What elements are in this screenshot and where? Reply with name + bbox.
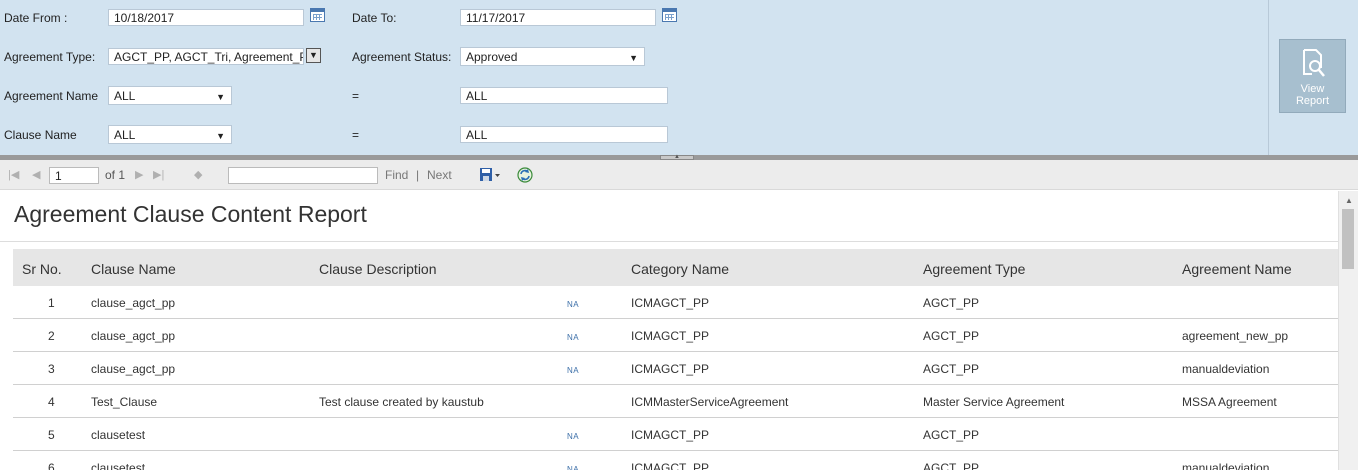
view-report-line1: View <box>1300 83 1325 95</box>
dropdown-arrow-icon: ▼ <box>216 92 225 102</box>
agreement-name-select[interactable]: ALL ▼ <box>108 86 232 105</box>
cell-agreement-type: AGCT_PP <box>923 296 980 310</box>
cell-agreement-name: manualdeviation <box>1182 461 1270 470</box>
cell-agreement-name: agreement_new_pp <box>1182 329 1289 343</box>
clause-name-text-input[interactable]: ALL <box>460 126 668 143</box>
cell-na-marker: NA <box>567 432 580 441</box>
agreement-type-input[interactable]: AGCT_PP, AGCT_Tri, Agreement_Pro <box>108 48 304 65</box>
last-page-icon[interactable]: ▶| <box>153 168 164 181</box>
next-page-icon[interactable]: ▶ <box>135 168 143 181</box>
divider <box>0 241 1338 242</box>
cell-category-name: ICMAGCT_PP <box>631 428 710 442</box>
previous-page-icon[interactable]: ◀ <box>32 168 40 181</box>
table-row: 5 clausetest NA ICMAGCT_PP AGCT_PP <box>13 418 1338 451</box>
report-body: Agreement Clause Content Report Sr No. C… <box>0 191 1338 470</box>
vertical-scrollbar[interactable]: ▲ <box>1338 191 1358 470</box>
cell-sr-no: 5 <box>48 428 55 442</box>
cell-category-name: ICMAGCT_PP <box>631 296 710 310</box>
cell-agreement-name: MSSA Agreement <box>1182 395 1277 409</box>
column-header-clause-description: Clause Description <box>319 261 437 277</box>
agreement-name-value: ALL <box>114 89 136 103</box>
page-count-label: of 1 <box>105 168 126 182</box>
table-row: 3 clause_agct_pp NA ICMAGCT_PP AGCT_PP m… <box>13 352 1338 385</box>
report-title: Agreement Clause Content Report <box>14 201 367 227</box>
calendar-icon[interactable] <box>310 8 325 22</box>
cell-sr-no: 6 <box>48 461 55 470</box>
cell-na-marker: NA <box>567 300 580 309</box>
cell-clause-name: clausetest <box>91 428 146 442</box>
agreement-type-label: Agreement Type: <box>4 50 96 64</box>
find-separator: | <box>416 168 420 182</box>
table-row: 6 clausetest NA ICMAGCT_PP AGCT_PP manua… <box>13 451 1338 470</box>
agreement-status-value: Approved <box>466 50 518 64</box>
page-number-input[interactable]: 1 <box>49 167 99 184</box>
scroll-up-icon[interactable]: ▲ <box>1345 196 1353 205</box>
first-page-icon[interactable]: |◀ <box>8 168 19 181</box>
date-to-label: Date To: <box>352 11 397 25</box>
cell-clause-name: clausetest <box>91 461 146 470</box>
cell-category-name: ICMAGCT_PP <box>631 461 710 470</box>
cell-agreement-type: AGCT_PP <box>923 362 980 376</box>
clause-name-equals: = <box>352 128 360 142</box>
back-icon[interactable]: ◆ <box>194 168 202 181</box>
agreement-status-label: Agreement Status: <box>352 50 452 64</box>
cell-clause-name: Test_Clause <box>91 395 158 409</box>
cell-category-name: ICMAGCT_PP <box>631 362 710 376</box>
date-to-input[interactable]: 11/17/2017 <box>460 9 656 26</box>
cell-category-name: ICMMasterServiceAgreement <box>631 395 789 409</box>
table-header: Sr No. Clause Name Clause Description Ca… <box>13 249 1338 286</box>
cell-agreement-type: AGCT_PP <box>923 428 980 442</box>
parameter-panel: Date From : 10/18/2017 Date To: 11/17/20… <box>0 0 1358 155</box>
refresh-icon[interactable] <box>516 166 534 184</box>
view-report-panel: View Report <box>1268 0 1358 155</box>
cell-agreement-type: AGCT_PP <box>923 329 980 343</box>
cell-clause-description: Test clause created by kaustub <box>319 395 484 409</box>
column-header-clause-name: Clause Name <box>91 261 176 277</box>
view-report-line2: Report <box>1295 95 1330 107</box>
clause-name-value: ALL <box>114 128 136 142</box>
cell-clause-name: clause_agct_pp <box>91 329 176 343</box>
export-save-icon[interactable] <box>479 167 501 183</box>
find-next-link[interactable]: Next <box>427 168 452 182</box>
cell-agreement-type: AGCT_PP <box>923 461 980 470</box>
cell-sr-no: 2 <box>48 329 55 343</box>
agreement-name-label: Agreement Name <box>4 89 99 103</box>
table-row: 2 clause_agct_pp NA ICMAGCT_PP AGCT_PP a… <box>13 319 1338 352</box>
clause-name-label: Clause Name <box>4 128 77 142</box>
date-from-label: Date From : <box>4 11 68 25</box>
cell-category-name: ICMAGCT_PP <box>631 329 710 343</box>
view-report-button[interactable]: View Report <box>1279 39 1346 113</box>
table-row: 1 clause_agct_pp NA ICMAGCT_PP AGCT_PP <box>13 286 1338 319</box>
report-search-icon <box>1302 49 1325 77</box>
cell-clause-name: clause_agct_pp <box>91 296 176 310</box>
report-toolbar: |◀ ◀ 1 of 1 ▶ ▶| ◆ Find | Next <box>0 160 1358 190</box>
find-link[interactable]: Find <box>385 168 408 182</box>
chevron-down-icon[interactable]: ▼ <box>306 48 321 63</box>
column-header-agreement-name: Agreement Name <box>1182 261 1292 277</box>
column-header-sr-no: Sr No. <box>22 261 62 277</box>
agreement-name-equals: = <box>352 89 360 103</box>
scrollbar-thumb[interactable] <box>1342 209 1354 269</box>
dropdown-arrow-icon: ▼ <box>216 131 225 141</box>
cell-agreement-type: Master Service Agreement <box>923 395 1065 409</box>
cell-sr-no: 4 <box>48 395 55 409</box>
date-from-input[interactable]: 10/18/2017 <box>108 9 304 26</box>
cell-na-marker: NA <box>567 366 580 375</box>
cell-clause-name: clause_agct_pp <box>91 362 176 376</box>
dropdown-arrow-icon: ▼ <box>629 53 638 63</box>
cell-sr-no: 1 <box>48 296 55 310</box>
clause-name-select[interactable]: ALL ▼ <box>108 125 232 144</box>
cell-agreement-name: manualdeviation <box>1182 362 1270 376</box>
calendar-icon[interactable] <box>662 8 677 22</box>
agreement-name-text-input[interactable]: ALL <box>460 87 668 104</box>
cell-na-marker: NA <box>567 333 580 342</box>
table-row: 4 Test_Clause Test clause created by kau… <box>13 385 1338 418</box>
agreement-status-select[interactable]: Approved ▼ <box>460 47 645 66</box>
find-input[interactable] <box>228 167 378 184</box>
column-header-category-name: Category Name <box>631 261 730 277</box>
cell-na-marker: NA <box>567 465 580 470</box>
column-header-agreement-type: Agreement Type <box>923 261 1026 277</box>
cell-sr-no: 3 <box>48 362 55 376</box>
